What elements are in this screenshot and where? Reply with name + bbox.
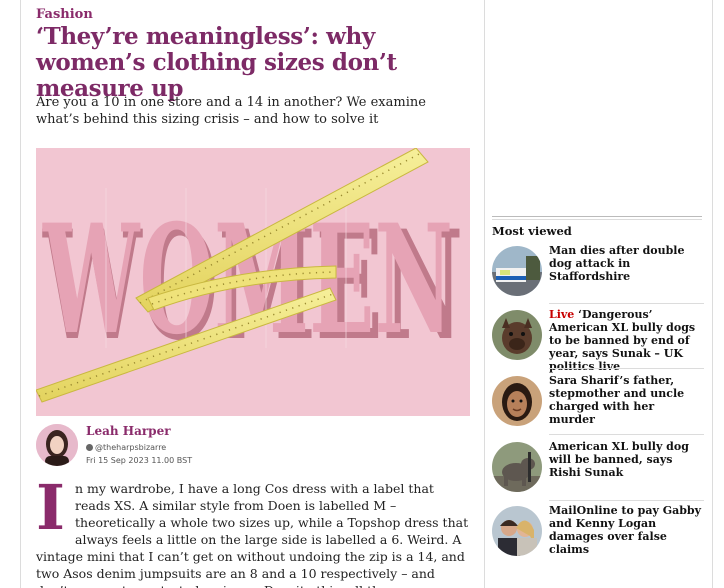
most-viewed-headline: Live ‘Dangerous’ American XL bully dogs … [549,308,703,373]
most-viewed-headline-text: American XL bully dog will be banned, sa… [549,440,689,479]
hero-illustration: WOMEN WOMEN [36,148,470,416]
column-divider-left [20,0,21,588]
standfirst: Are you a 10 in one store and a 14 in an… [36,95,426,127]
column-divider-right [712,0,713,588]
most-viewed-separator [549,303,704,304]
most-viewed-headline: MailOnline to pay Gabby and Kenny Logan … [549,504,703,556]
most-viewed-headline-text: MailOnline to pay Gabby and Kenny Logan … [549,504,702,556]
article-page: Fashion ‘They’re meaningless’: why women… [0,0,724,588]
most-viewed-thumbnail [492,310,542,360]
most-viewed-rule [492,216,702,217]
most-viewed-headline-text: Sara Sharif’s father, stepmother and unc… [549,374,685,426]
most-viewed-separator [549,500,704,501]
most-viewed-separator [549,368,704,369]
most-viewed-headline-text: Man dies after double dog attack in Staf… [549,244,685,283]
most-viewed-item[interactable]: American XL bully dog will be banned, sa… [492,440,704,504]
live-label: Live [549,308,575,321]
most-viewed-item[interactable]: Man dies after double dog attack in Staf… [492,244,704,308]
most-viewed-item[interactable]: Sara Sharif’s father, stepmother and unc… [492,374,704,438]
twitter-icon [86,444,93,451]
most-viewed-headline: American XL bully dog will be banned, sa… [549,440,703,479]
author-name[interactable]: Leah Harper [86,424,171,438]
drop-cap: I [36,471,66,544]
most-viewed-separator [549,434,704,435]
publish-date: Fri 15 Sep 2023 11.00 BST [86,456,193,465]
most-viewed-item[interactable]: MailOnline to pay Gabby and Kenny Logan … [492,504,704,568]
article-body: In my wardrobe, I have a long Cos dress … [36,471,470,588]
author-handle[interactable]: @theharpsbizarre [86,443,166,452]
most-viewed-thumbnail [492,376,542,426]
column-divider-middle [484,0,485,588]
headline: ‘They’re meaningless’: why women’s cloth… [36,23,397,102]
most-viewed-headline: Man dies after double dog attack in Staf… [549,244,703,283]
most-viewed-item[interactable]: Live ‘Dangerous’ American XL bully dogs … [492,308,704,373]
most-viewed-thumbnail [492,442,542,492]
section-label[interactable]: Fashion [36,7,93,22]
most-viewed-rule-secondary [492,219,702,220]
article-body-text: n my wardrobe, I have a long Cos dress w… [36,481,469,588]
hero-image: WOMEN WOMEN [36,148,470,416]
byline: Leah Harper @theharpsbizarre Fri 15 Sep … [36,422,470,474]
most-viewed-thumbnail [492,506,542,556]
most-viewed-headline: Sara Sharif’s father, stepmother and unc… [549,374,703,426]
most-viewed-title: Most viewed [492,224,572,238]
most-viewed-thumbnail [492,246,542,296]
author-avatar[interactable] [36,424,78,466]
author-handle-text: @theharpsbizarre [95,443,167,452]
